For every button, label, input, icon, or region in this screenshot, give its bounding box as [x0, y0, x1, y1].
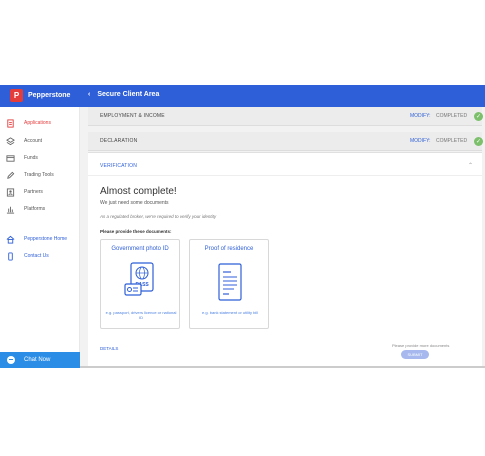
sidebar-item-trading-tools[interactable]: Trading Tools — [0, 168, 80, 182]
please-provide-label: Please provide these documents: — [100, 229, 172, 234]
verification-heading: Almost complete! — [100, 186, 177, 197]
verification-card: VERIFICATION ⌃ Almost complete! We just … — [88, 152, 482, 367]
area-title: ‹ Secure Client Area — [88, 91, 159, 98]
layers-icon — [6, 136, 15, 145]
step-title: EMPLOYMENT & INCOME — [100, 113, 165, 119]
person-icon — [6, 187, 15, 197]
sidebar-item-label: Platforms — [24, 206, 46, 212]
brand-name: Pepperstone — [28, 92, 71, 99]
document-icon — [7, 118, 14, 128]
step-row-declaration[interactable]: DECLARATION MODIFY: COMPLETED ✓ — [88, 132, 483, 151]
check-icon: ✓ — [474, 136, 483, 146]
chat-now-label: Chat Now — [24, 357, 51, 363]
sidebar-item-label: Pepperstone Home — [24, 236, 68, 242]
document-note: e.g. passport, drivers licence or nation… — [105, 310, 177, 320]
sidebar-item-pepperstone-home[interactable]: Pepperstone Home — [0, 232, 80, 246]
document-title: Government photo ID — [111, 246, 169, 252]
verification-header[interactable]: VERIFICATION — [100, 163, 137, 169]
phone-icon — [8, 251, 13, 261]
passport-icon: PASS — [124, 262, 154, 296]
check-icon: ✓ — [474, 111, 483, 121]
chevron-left-icon[interactable]: ‹ — [88, 91, 90, 98]
home-icon — [6, 235, 15, 244]
step-status: COMPLETED — [436, 113, 468, 119]
upload-message: Please provide more documents — [392, 343, 450, 348]
details-link[interactable]: DETAILS — [100, 346, 118, 351]
modify-link[interactable]: MODIFY: — [410, 113, 431, 119]
sidebar-item-label: Contact Us — [24, 253, 49, 259]
sidebar-item-label: Account — [24, 138, 43, 144]
sidebar-item-label: Applications — [24, 120, 51, 126]
chat-icon — [7, 356, 15, 364]
sidebar-item-label: Funds — [24, 155, 38, 161]
modify-link[interactable]: MODIFY: — [410, 138, 431, 144]
sidebar-item-account[interactable]: Account — [0, 134, 80, 148]
document-card-proof-of-residence[interactable]: Proof of residence e.g. bank statement o… — [189, 239, 269, 329]
sidebar-item-applications[interactable]: Applications — [0, 116, 80, 130]
page-title: Secure Client Area — [97, 91, 160, 98]
sidebar-item-partners[interactable]: Partners — [0, 185, 80, 199]
top-bar: P Pepperstone ‹ Secure Client Area — [0, 85, 485, 107]
chart-icon — [6, 206, 15, 214]
sidebar-item-funds[interactable]: Funds — [0, 151, 80, 165]
sidebar: Applications Account Funds Trading Tools… — [0, 107, 80, 367]
step-title: DECLARATION — [100, 138, 138, 144]
document-title: Proof of residence — [204, 246, 254, 252]
step-row-employment[interactable]: EMPLOYMENT & INCOME MODIFY: COMPLETED ✓ — [88, 107, 483, 126]
sidebar-item-label: Trading Tools — [24, 172, 54, 178]
divider — [88, 175, 482, 176]
submit-button[interactable]: SUBMIT — [401, 350, 429, 359]
regulatory-note: As a regulated broker, we're required to… — [100, 214, 217, 219]
sidebar-item-contact-us[interactable]: Contact Us — [0, 249, 80, 263]
horizontal-scrollbar[interactable] — [80, 366, 485, 368]
document-card-photo-id[interactable]: Government photo ID PASS e.g. passport, … — [100, 239, 180, 329]
sidebar-item-label: Partners — [24, 189, 43, 195]
document-note: e.g. bank statement or utility bill — [201, 310, 259, 315]
pepperstone-logo: P — [10, 89, 23, 102]
step-status: COMPLETED — [436, 138, 468, 144]
chevron-up-icon[interactable]: ⌃ — [468, 162, 473, 169]
sidebar-item-platforms[interactable]: Platforms — [0, 202, 80, 216]
main-content: EMPLOYMENT & INCOME MODIFY: COMPLETED ✓ … — [80, 107, 485, 367]
bill-icon — [218, 263, 242, 301]
verification-subheading: We just need some documents — [100, 200, 169, 206]
brand[interactable]: P Pepperstone — [10, 89, 70, 102]
chat-now-button[interactable]: Chat Now — [0, 352, 80, 368]
wallet-icon — [6, 154, 15, 162]
pencil-icon — [7, 171, 15, 179]
